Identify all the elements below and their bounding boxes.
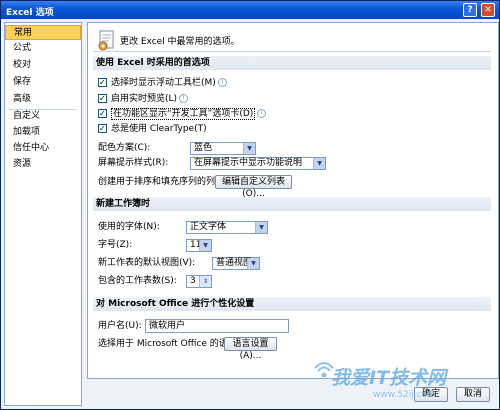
panel-header-text: 更改 Excel 中最常用的选项。 — [120, 37, 240, 47]
sidebar-item-save[interactable]: 保存 — [5, 75, 81, 90]
header-divider — [93, 51, 491, 52]
chevron-down-icon: ▼ — [243, 143, 255, 154]
sidebar: 常用 公式 校对 保存 高级 自定义 加载项 信任中心 资源 — [4, 22, 82, 406]
checkbox-developer-tab[interactable] — [98, 107, 107, 120]
tooltip-style-label: 屏幕提示样式(R): — [98, 158, 169, 168]
font-value: 正文字体 — [190, 222, 227, 232]
chevron-down-icon: ▼ — [255, 222, 267, 233]
sidebar-item-trust-center[interactable]: 信任中心 — [5, 141, 81, 156]
sheet-count-spinner[interactable]: 3 ⇕ — [186, 275, 212, 288]
close-button[interactable]: ✕ — [481, 3, 495, 17]
sidebar-item-advanced[interactable]: 高级 — [5, 92, 81, 107]
default-view-select[interactable]: 普通视图 ▼ — [212, 257, 260, 270]
sidebar-item-common[interactable]: 常用 — [5, 25, 81, 40]
label-floating-toolbar: 选择时显示浮动工具栏(M) — [111, 78, 216, 88]
title-bar[interactable]: Excel 选项 ? ✕ — [1, 1, 499, 19]
help-button[interactable]: ? — [463, 3, 477, 17]
option-floating-toolbar[interactable]: 选择时显示浮动工具栏(M)i — [98, 76, 227, 90]
watermark-text: 我爱IT技术网 — [331, 367, 447, 389]
default-view-label: 新工作表的默认视图(V): — [98, 258, 196, 268]
window-title: Excel 选项 — [6, 8, 54, 18]
sidebar-item-resources[interactable]: 资源 — [5, 157, 81, 172]
language-label: 选择用于 Microsoft Office 的语言: — [98, 339, 240, 349]
options-panel: 更改 Excel 中最常用的选项。 使用 Excel 时采用的首选项 选择时显示… — [87, 22, 499, 379]
checkbox-live-preview[interactable] — [98, 92, 107, 105]
info-icon: i — [179, 94, 189, 103]
cancel-button[interactable]: 取消 — [456, 387, 490, 402]
sheet-count-value: 3 — [190, 276, 196, 286]
option-cleartype[interactable]: 总是使用 ClearType(T) — [98, 122, 207, 136]
sidebar-item-formulas[interactable]: 公式 — [5, 41, 81, 56]
chevron-down-icon: ▼ — [313, 158, 325, 169]
checkbox-floating-toolbar[interactable] — [98, 76, 107, 89]
info-icon: i — [257, 109, 267, 118]
chevron-down-icon: ▼ — [247, 258, 259, 269]
option-live-preview[interactable]: 启用实时预览(L)i — [98, 92, 189, 106]
color-scheme-select[interactable]: 蓝色 ▼ — [190, 142, 256, 155]
sidebar-item-customize[interactable]: 自定义 — [5, 109, 81, 124]
label-cleartype: 总是使用 ClearType(T) — [111, 124, 207, 134]
spinner-arrows-icon[interactable]: ⇕ — [199, 276, 211, 287]
font-size-select[interactable]: 11 ▼ — [186, 239, 212, 252]
checkbox-cleartype[interactable] — [98, 122, 107, 135]
label-live-preview: 启用实时预览(L) — [111, 94, 178, 104]
color-scheme-label: 配色方案(C): — [98, 143, 151, 153]
section-personalize-office: 对 Microsoft Office 进行个性化设置 — [93, 297, 491, 311]
options-document-icon — [98, 30, 114, 51]
section-new-workbook: 新建工作簿时 — [93, 197, 491, 211]
section-excel-preferences: 使用 Excel 时采用的首选项 — [93, 56, 491, 70]
excel-options-dialog: Excel 选项 ? ✕ 常用 公式 校对 保存 高级 自定义 加载项 信任中心… — [0, 0, 500, 410]
info-icon: i — [217, 78, 227, 87]
watermark-url: www.52ij.com — [373, 390, 436, 400]
label-developer-tab: 在功能区显示“开发工具”选项卡(D) — [111, 108, 256, 120]
language-settings-button[interactable]: 语言设置(A)... — [224, 337, 277, 361]
sheet-count-label: 包含的工作表数(S): — [98, 276, 177, 286]
font-label: 使用的字体(N): — [98, 222, 160, 232]
username-input[interactable]: 微软用户 — [145, 319, 289, 333]
tooltip-style-value: 在屏幕提示中显示功能说明 — [194, 158, 303, 168]
sidebar-item-addins[interactable]: 加载项 — [5, 125, 81, 140]
font-select[interactable]: 正文字体 ▼ — [186, 221, 268, 234]
chevron-down-icon: ▼ — [199, 240, 211, 251]
username-label: 用户名(U): — [98, 321, 142, 331]
tooltip-style-select[interactable]: 在屏幕提示中显示功能说明 ▼ — [190, 157, 326, 170]
edit-custom-lists-button[interactable]: 编辑自定义列表(O)... — [215, 175, 292, 199]
sort-list-label: 创建用于排序和填充序列的列表: — [98, 177, 228, 187]
option-developer-tab[interactable]: 在功能区显示“开发工具”选项卡(D)i — [98, 107, 267, 121]
font-size-label: 字号(Z): — [98, 240, 133, 250]
sidebar-item-proofing[interactable]: 校对 — [5, 58, 81, 73]
color-scheme-value: 蓝色 — [194, 143, 213, 153]
